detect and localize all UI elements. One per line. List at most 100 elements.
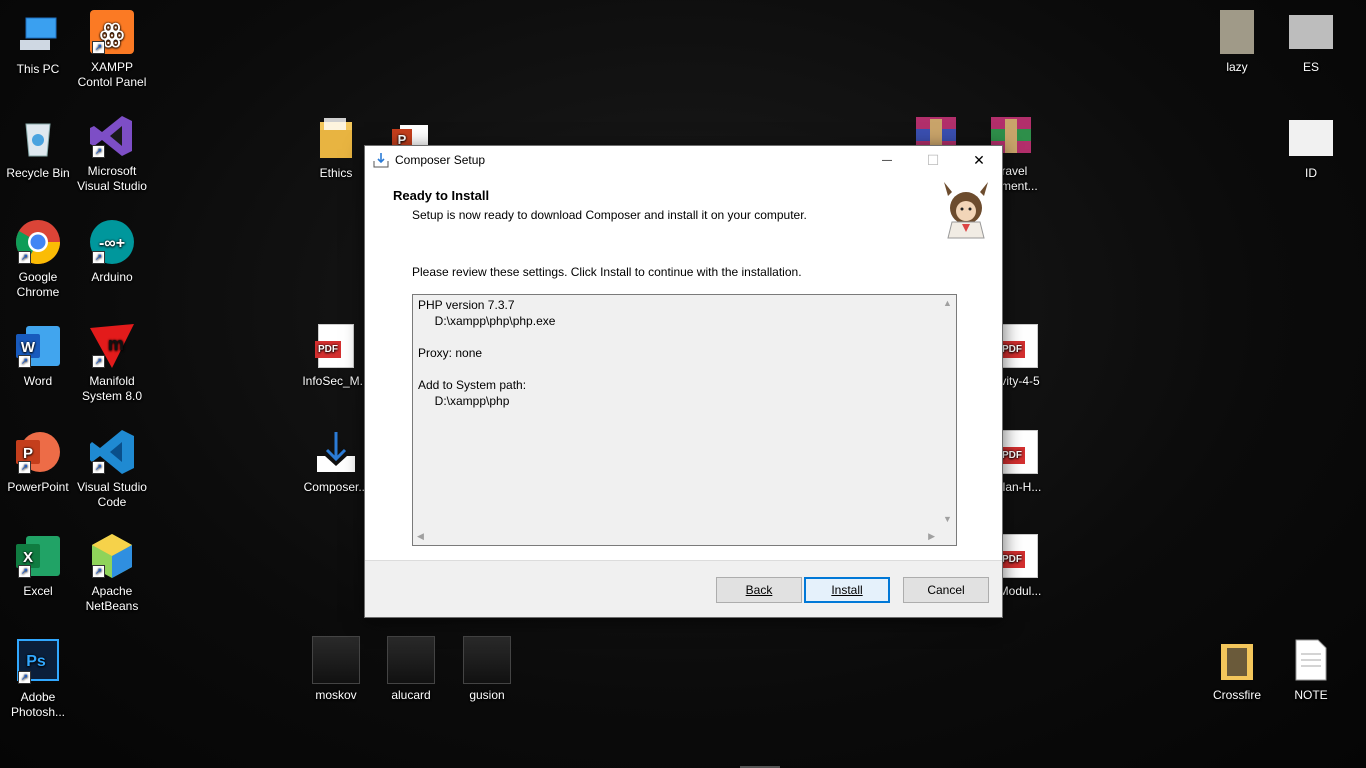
title-bar[interactable]: Composer Setup — ☐ ✕: [365, 146, 1002, 174]
icon-label: Excel: [23, 584, 53, 598]
shortcut-arrow-icon: ↗: [92, 41, 105, 54]
desktop-icon-note[interactable]: NOTE: [1273, 636, 1349, 703]
wizard-header: Ready to Install Setup is now ready to d…: [365, 174, 1002, 261]
desktop-icon-alucard[interactable]: alucard: [373, 636, 449, 703]
scroll-left-icon[interactable]: ◀: [417, 531, 424, 542]
icon-label: Apache NetBeans: [85, 584, 139, 613]
minimize-button[interactable]: —: [864, 146, 910, 174]
image-thumbnail-icon: [1213, 8, 1261, 56]
download-installer-icon: [312, 428, 360, 476]
icon-label: Manifold System 8.0: [81, 374, 143, 403]
icon-label: Microsoft Visual Studio: [77, 164, 147, 193]
icon-label: Ethics: [319, 166, 353, 180]
manifold-icon: m ↗: [88, 322, 136, 370]
icon-label: This PC: [16, 62, 60, 76]
svg-text:-∞+: -∞+: [99, 235, 125, 252]
desktop-icon-lazy[interactable]: lazy: [1199, 8, 1275, 75]
page-subtitle: Setup is now ready to download Composer …: [412, 208, 807, 222]
wizard-footer: Back Install Cancel: [365, 560, 1002, 617]
desktop-icon-visual-studio[interactable]: ↗ Microsoft Visual Studio: [74, 112, 150, 194]
recycle-bin-icon: [14, 114, 62, 162]
icon-label: alucard: [391, 688, 431, 702]
excel-icon: X ↗: [14, 532, 62, 580]
image-thumbnail-icon: [1287, 114, 1335, 162]
wizard-content: Please review these settings. Click Inst…: [365, 260, 1002, 560]
icon-label: PowerPoint: [7, 480, 69, 494]
composer-setup-window: Composer Setup — ☐ ✕ Ready to Install Se…: [364, 145, 1003, 618]
pdf-icon: PDF: [996, 532, 1044, 580]
desktop-icon-xampp[interactable]: ꙮ ↗ XAMPP Contol Panel: [74, 8, 150, 90]
desktop-icon-manifold[interactable]: m ↗ Manifold System 8.0: [74, 322, 150, 404]
icon-label: ID: [1305, 166, 1317, 180]
icon-label: InfoSec_M...: [302, 374, 370, 388]
shortcut-arrow-icon: ↗: [92, 251, 105, 264]
vertical-scrollbar[interactable]: ▲ ▼: [939, 295, 956, 527]
window-title: Composer Setup: [395, 153, 486, 167]
review-instructions: Please review these settings. Click Inst…: [412, 265, 802, 279]
desktop-icon-netbeans[interactable]: ↗ Apache NetBeans: [74, 532, 150, 614]
svg-text:W: W: [21, 339, 36, 356]
icon-label: Crossfire: [1212, 688, 1261, 702]
desktop-icon-this-pc[interactable]: This PC: [0, 10, 76, 77]
xampp-icon: ꙮ ↗: [88, 8, 136, 56]
scroll-up-icon[interactable]: ▲: [943, 298, 952, 308]
icon-label: Google Chrome: [16, 270, 60, 299]
icon-label: Recycle Bin: [6, 166, 70, 180]
scroll-down-icon[interactable]: ▼: [943, 514, 952, 524]
icon-label: Word: [23, 374, 53, 388]
game-thumbnail-icon: [312, 636, 360, 684]
icon-label: Arduino: [91, 270, 133, 284]
memo-line: PHP version 7.3.7: [418, 298, 515, 312]
memo-line: Add to System path:: [418, 378, 527, 392]
cancel-button[interactable]: Cancel: [903, 577, 989, 603]
maximize-button: ☐: [926, 151, 940, 168]
desktop-icon-vscode[interactable]: ↗ Visual Studio Code: [74, 428, 150, 510]
desktop-icon-moskov[interactable]: moskov: [298, 636, 374, 703]
shortcut-arrow-icon: ↗: [18, 565, 31, 578]
horizontal-scrollbar[interactable]: ◀ ▶: [413, 528, 939, 545]
desktop-icon-es[interactable]: ES: [1273, 8, 1349, 75]
settings-memo[interactable]: PHP version 7.3.7 D:\xampp\php\php.exe P…: [412, 294, 957, 546]
install-button[interactable]: Install: [804, 577, 890, 603]
computer-icon: [14, 10, 62, 58]
desktop-icon-id[interactable]: ID: [1273, 114, 1349, 181]
back-button-label: Back: [745, 583, 773, 597]
memo-line: D:\xampp\php\php.exe: [418, 314, 556, 328]
icon-label: NOTE: [1294, 688, 1328, 702]
shortcut-arrow-icon: ↗: [18, 251, 31, 264]
desktop-icon-infosec[interactable]: PDF InfoSec_M...: [298, 322, 374, 389]
vscode-icon: ↗: [88, 428, 136, 476]
image-thumbnail-icon: [1287, 8, 1335, 56]
back-button[interactable]: Back: [716, 577, 802, 603]
netbeans-icon: ↗: [88, 532, 136, 580]
desktop-icon-chrome[interactable]: ↗ Google Chrome: [0, 218, 76, 300]
game-thumbnail-icon: [387, 636, 435, 684]
desktop-icon-gusion[interactable]: gusion: [449, 636, 525, 703]
pdf-icon: PDF: [312, 322, 360, 370]
memo-line: D:\xampp\php: [418, 394, 510, 408]
desktop-icon-ethics[interactable]: Ethics: [298, 114, 374, 181]
icon-label: Visual Studio Code: [77, 480, 147, 509]
desktop-icon-powerpoint[interactable]: P ↗ PowerPoint: [0, 428, 76, 495]
desktop-icon-arduino[interactable]: -∞+ ↗ Arduino: [74, 218, 150, 285]
desktop-icon-word[interactable]: W ↗ Word: [0, 322, 76, 389]
desktop-icon-excel[interactable]: X ↗ Excel: [0, 532, 76, 599]
desktop-icon-composer[interactable]: Composer...: [298, 428, 374, 495]
close-button[interactable]: ✕: [956, 146, 1002, 174]
pdf-icon: PDF: [996, 322, 1044, 370]
svg-text:P: P: [23, 445, 33, 462]
memo-line: Proxy: none: [418, 346, 483, 360]
page-title: Ready to Install: [393, 188, 490, 203]
powerpoint-icon: P ↗: [14, 428, 62, 476]
composer-logo-icon: [942, 178, 990, 240]
icon-label: XAMPP Contol Panel: [77, 60, 147, 89]
scroll-right-icon[interactable]: ▶: [928, 531, 935, 542]
shortcut-arrow-icon: ↗: [18, 461, 31, 474]
svg-text:X: X: [23, 549, 33, 566]
desktop-icon-photoshop[interactable]: Ps ↗ Adobe Photosh...: [0, 638, 76, 720]
install-button-label: Install: [831, 583, 863, 597]
desktop-icon-recycle-bin[interactable]: Recycle Bin: [0, 114, 76, 181]
folder-icon: [312, 114, 360, 162]
game-thumbnail-icon: [463, 636, 511, 684]
desktop-icon-crossfire[interactable]: Crossfire: [1199, 636, 1275, 703]
